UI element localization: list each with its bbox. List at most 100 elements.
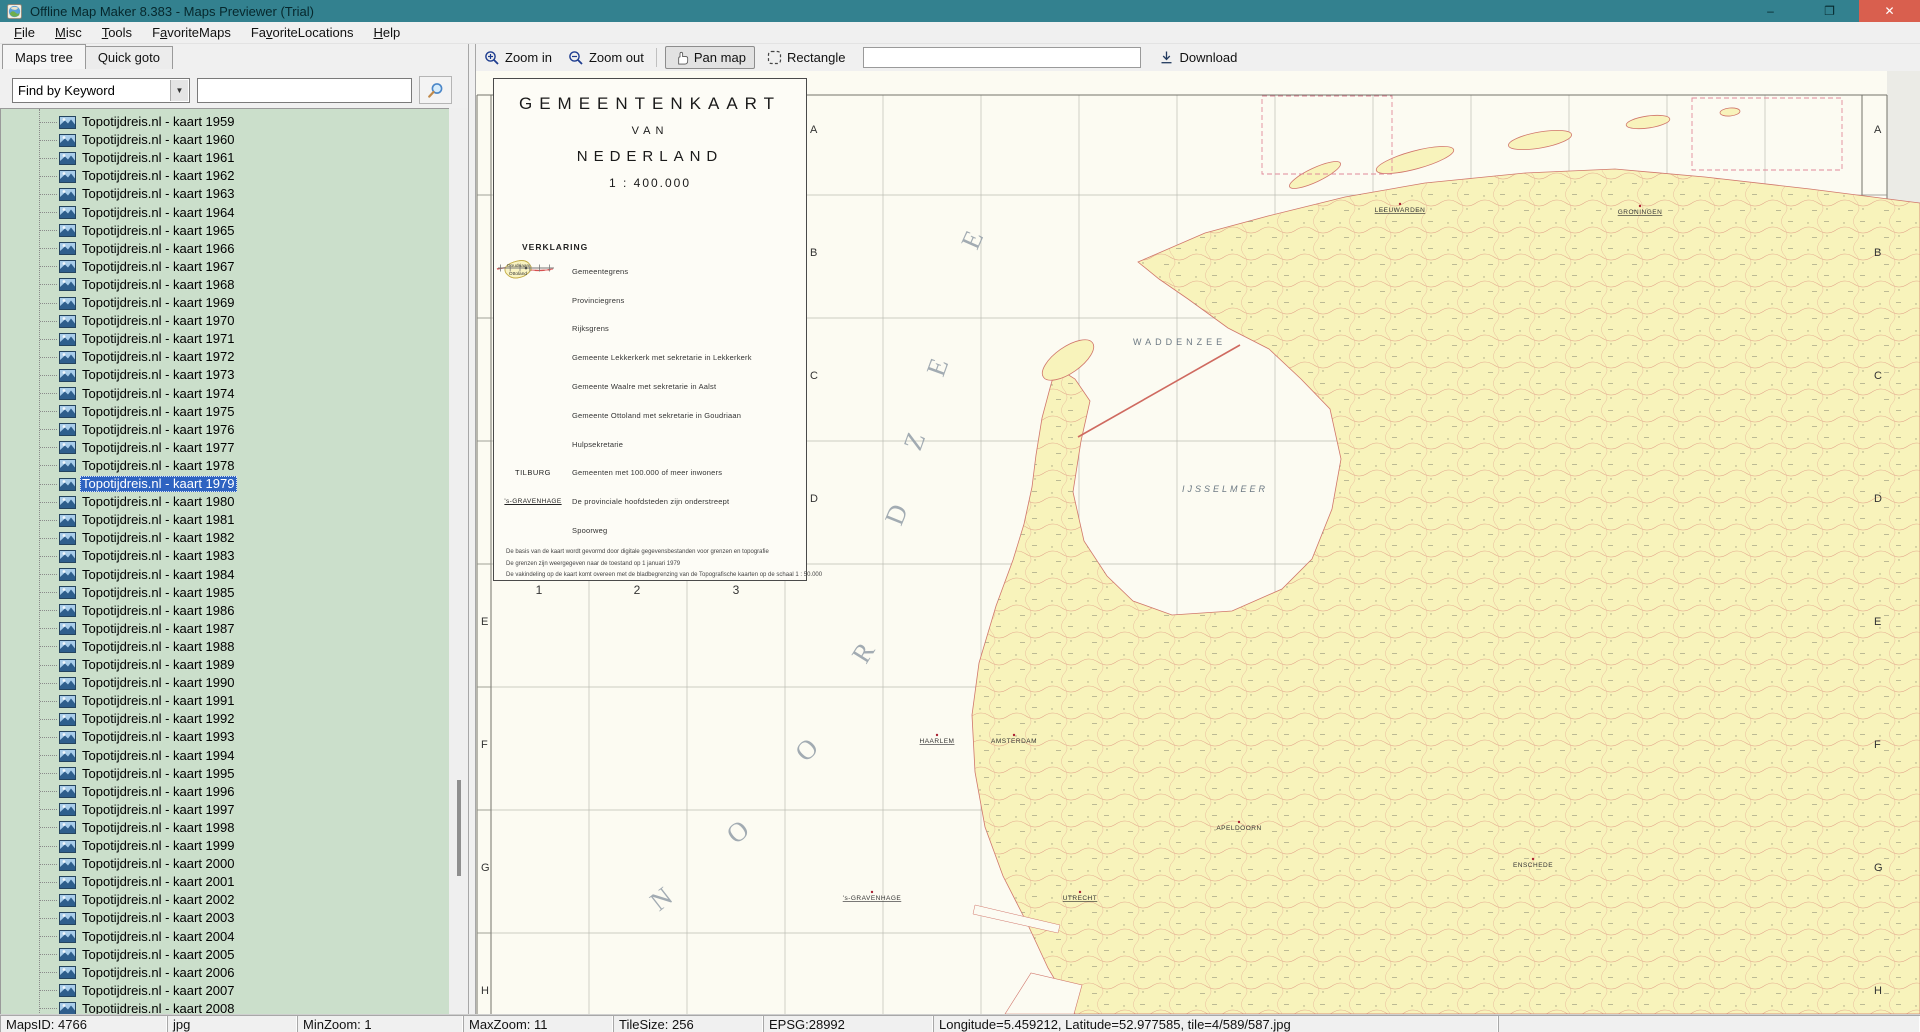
tree-item[interactable]: Topotijdreis.nl - kaart 1990 [1, 674, 449, 692]
panel-splitter[interactable] [468, 44, 476, 1014]
tree-item[interactable]: Topotijdreis.nl - kaart 1967 [1, 258, 449, 276]
tree-item[interactable]: Topotijdreis.nl - kaart 1968 [1, 276, 449, 294]
tree-item[interactable]: Topotijdreis.nl - kaart 2001 [1, 873, 449, 891]
grid-row-letter: F [1874, 739, 1881, 751]
zoom-out-button[interactable]: Zoom out [560, 46, 652, 69]
tree-item[interactable]: Topotijdreis.nl - kaart 1987 [1, 620, 449, 638]
tree-item[interactable]: Topotijdreis.nl - kaart 1977 [1, 439, 449, 457]
tree-item[interactable]: Topotijdreis.nl - kaart 1980 [1, 493, 449, 511]
map-viewport[interactable]: AABBCCDDEEFFGGHH123NOORDZEEWADDENZEEIJSS… [476, 71, 1920, 1014]
close-button[interactable]: ✕ [1859, 0, 1920, 22]
tree-connector [40, 791, 57, 792]
tree-item[interactable]: Topotijdreis.nl - kaart 2004 [1, 928, 449, 946]
tree-item[interactable]: Topotijdreis.nl - kaart 1996 [1, 783, 449, 801]
tree-item-label: Topotijdreis.nl - kaart 1983 [80, 548, 237, 564]
tree-item[interactable]: Topotijdreis.nl - kaart 1998 [1, 819, 449, 837]
tree-item[interactable]: Topotijdreis.nl - kaart 2007 [1, 982, 449, 1000]
tree-item[interactable]: Topotijdreis.nl - kaart 2006 [1, 964, 449, 982]
tree-item[interactable]: Topotijdreis.nl - kaart 1994 [1, 747, 449, 765]
tree-item[interactable]: Topotijdreis.nl - kaart 1992 [1, 710, 449, 728]
menu-misc[interactable]: Misc [45, 23, 92, 42]
menu-tools[interactable]: Tools [92, 23, 142, 42]
tree-scrollbar-thumb[interactable] [457, 780, 461, 876]
legend-entry: TILBURGGemeenten met 100.000 of meer inw… [494, 459, 808, 488]
search-input[interactable] [197, 78, 412, 103]
tree-item[interactable]: Topotijdreis.nl - kaart 1972 [1, 348, 449, 366]
map-legend-card: GEMEENTENKAART VAN NEDERLAND 1 : 400.000… [493, 78, 807, 581]
legend-title: GEMEENTENKAART [494, 94, 806, 114]
menu-file[interactable]: File [4, 23, 45, 42]
download-button[interactable]: Download [1151, 46, 1245, 69]
tree-item[interactable]: Topotijdreis.nl - kaart 1995 [1, 765, 449, 783]
tree-item[interactable]: Topotijdreis.nl - kaart 1966 [1, 240, 449, 258]
menu-help[interactable]: Help [363, 23, 410, 42]
pan-map-label: Pan map [694, 50, 746, 65]
tree-item[interactable]: Topotijdreis.nl - kaart 1965 [1, 222, 449, 240]
tree-item[interactable]: Topotijdreis.nl - kaart 1988 [1, 638, 449, 656]
tree-item[interactable]: Topotijdreis.nl - kaart 1991 [1, 692, 449, 710]
map-image-icon [59, 840, 76, 853]
tree-item-label: Topotijdreis.nl - kaart 1976 [80, 422, 237, 438]
tree-item-label: Topotijdreis.nl - kaart 1999 [80, 838, 237, 854]
toolbar-input[interactable] [863, 47, 1141, 68]
tree-item[interactable]: Topotijdreis.nl - kaart 1959 [1, 113, 449, 131]
tree-item[interactable]: Topotijdreis.nl - kaart 2003 [1, 909, 449, 927]
tab-quick-goto[interactable]: Quick goto [85, 46, 173, 69]
tree-connector [40, 610, 57, 611]
chevron-down-icon[interactable]: ▼ [170, 80, 188, 101]
search-button[interactable] [419, 76, 452, 104]
tree-connector [40, 574, 57, 575]
grid-row-letter: A [810, 124, 818, 136]
map-image-icon [59, 586, 76, 599]
maximize-button[interactable]: ❐ [1800, 0, 1859, 22]
map-image-icon [59, 423, 76, 436]
tree-item[interactable]: Topotijdreis.nl - kaart 1993 [1, 728, 449, 746]
tree-item[interactable]: Topotijdreis.nl - kaart 1970 [1, 312, 449, 330]
tree-item[interactable]: Topotijdreis.nl - kaart 1999 [1, 837, 449, 855]
tree-item[interactable]: Topotijdreis.nl - kaart 1964 [1, 204, 449, 222]
tree-item[interactable]: Topotijdreis.nl - kaart 1981 [1, 511, 449, 529]
tree-scrollbar[interactable] [449, 108, 468, 1014]
map-image-icon [59, 496, 76, 509]
map-image-icon [59, 297, 76, 310]
tree-item-label: Topotijdreis.nl - kaart 1990 [80, 675, 237, 691]
tree-item[interactable]: Topotijdreis.nl - kaart 1979 [1, 475, 449, 493]
tree-item-label: Topotijdreis.nl - kaart 1982 [80, 530, 237, 546]
tree-item[interactable]: Topotijdreis.nl - kaart 1974 [1, 385, 449, 403]
tree-item[interactable]: Topotijdreis.nl - kaart 1989 [1, 656, 449, 674]
rectangle-button[interactable]: Rectangle [759, 46, 854, 69]
tree-item[interactable]: Topotijdreis.nl - kaart 1969 [1, 294, 449, 312]
tree-item[interactable]: Topotijdreis.nl - kaart 1978 [1, 457, 449, 475]
tree-item[interactable]: Topotijdreis.nl - kaart 2005 [1, 946, 449, 964]
tree-item[interactable]: Topotijdreis.nl - kaart 2002 [1, 891, 449, 909]
tree-item[interactable]: Topotijdreis.nl - kaart 1997 [1, 801, 449, 819]
menu-favoritemaps[interactable]: FavoriteMaps [142, 23, 241, 42]
tree-item[interactable]: Topotijdreis.nl - kaart 1973 [1, 366, 449, 384]
pan-map-button[interactable]: Pan map [665, 46, 755, 69]
tab-maps-tree[interactable]: Maps tree [2, 44, 86, 69]
city-label: HAARLEM [920, 738, 955, 745]
tree-item[interactable]: Topotijdreis.nl - kaart 1984 [1, 566, 449, 584]
tree-item[interactable]: Topotijdreis.nl - kaart 1983 [1, 547, 449, 565]
tree-item[interactable]: Topotijdreis.nl - kaart 1982 [1, 529, 449, 547]
legend-note: De basis van de kaart wordt gevormd door… [506, 547, 798, 559]
tree-item[interactable]: Topotijdreis.nl - kaart 1962 [1, 167, 449, 185]
tree-item[interactable]: Topotijdreis.nl - kaart 1961 [1, 149, 449, 167]
tree-item[interactable]: Topotijdreis.nl - kaart 1976 [1, 421, 449, 439]
tree-item[interactable]: Topotijdreis.nl - kaart 1986 [1, 602, 449, 620]
tree-item[interactable]: Topotijdreis.nl - kaart 1963 [1, 185, 449, 203]
zoom-in-button[interactable]: Zoom in [476, 46, 560, 69]
tree-item[interactable]: Topotijdreis.nl - kaart 1985 [1, 584, 449, 602]
tree-item[interactable]: Topotijdreis.nl - kaart 1975 [1, 403, 449, 421]
menu-favoritelocations[interactable]: FavoriteLocations [241, 23, 364, 42]
tree-item-label: Topotijdreis.nl - kaart 2004 [80, 929, 237, 945]
find-mode-combobox[interactable]: Find by Keyword ▼ [12, 78, 190, 103]
minimize-button[interactable]: – [1741, 0, 1800, 22]
legend-entry: LekkerkerkGemeente Lekkerkerk met sekret… [494, 343, 808, 372]
tree-connector [40, 465, 57, 466]
tree-item[interactable]: Topotijdreis.nl - kaart 2000 [1, 855, 449, 873]
map-image-icon [59, 966, 76, 979]
tree-item[interactable]: Topotijdreis.nl - kaart 1971 [1, 330, 449, 348]
tree-item[interactable]: Topotijdreis.nl - kaart 2008 [1, 1000, 449, 1014]
tree-item[interactable]: Topotijdreis.nl - kaart 1960 [1, 131, 449, 149]
